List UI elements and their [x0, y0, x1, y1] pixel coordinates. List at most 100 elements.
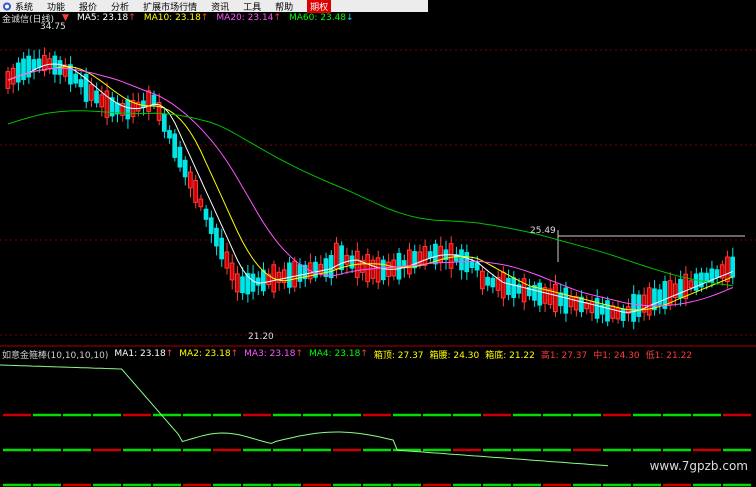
watermark-text: www.7gpzb.com	[649, 459, 748, 473]
candle-body	[182, 159, 188, 178]
candle-body	[459, 249, 464, 271]
candle-body	[146, 90, 152, 112]
candle-body	[375, 257, 381, 283]
ma5-line	[7, 63, 733, 313]
candle-body	[339, 245, 344, 271]
ind-box-mid: 箱腰: 24.30	[429, 350, 480, 361]
candle-body	[725, 256, 730, 283]
candle-body	[391, 259, 397, 277]
candle-body	[88, 84, 94, 101]
candle-body	[615, 307, 621, 320]
candle-body	[208, 217, 214, 235]
candle-body	[125, 99, 131, 120]
candle-body	[631, 293, 636, 322]
ind-ma2: MA2: 23.18↑	[179, 349, 239, 359]
ind-low1: 低1: 21.22	[645, 350, 693, 361]
candle-body	[652, 288, 657, 311]
candle-body	[323, 258, 329, 278]
candle-body	[42, 54, 47, 72]
candle-body	[589, 300, 595, 314]
indicator-name: 如意金箍棒(10,10,10,10)	[2, 350, 109, 361]
candle-body	[297, 264, 303, 282]
candle-body	[422, 245, 428, 266]
candle-body	[646, 287, 652, 316]
candle-body	[563, 287, 569, 314]
candle-body	[188, 171, 193, 189]
candle-body	[480, 270, 485, 290]
candle-body	[380, 259, 386, 281]
candle-body	[500, 271, 506, 299]
candle-body	[485, 276, 490, 286]
candle-body	[229, 262, 235, 281]
candle-body	[328, 255, 334, 279]
candle-body	[448, 243, 454, 269]
candle-body	[99, 94, 105, 108]
candle-body	[620, 308, 626, 322]
candle-body	[287, 262, 292, 288]
candle-body	[730, 256, 735, 278]
candle-body	[203, 208, 209, 220]
candle-body	[579, 296, 584, 313]
candle-body	[558, 292, 563, 307]
candle-body	[255, 277, 261, 286]
candle-body	[15, 62, 21, 83]
candle-body	[511, 277, 516, 298]
candle-body	[73, 73, 78, 84]
ind-box-bottom: 箱底: 21.22	[485, 350, 535, 361]
candle-body	[31, 59, 37, 71]
indicator-info-bar: 如意金箍棒(10,10,10,10) MA1: 23.18↑ MA2: 23.1…	[2, 348, 698, 361]
candle-body	[47, 58, 52, 70]
candle-body	[407, 249, 412, 275]
candle-body	[250, 273, 256, 292]
candle-body	[573, 295, 579, 311]
candle-body	[261, 269, 266, 292]
candle-body	[344, 254, 350, 265]
candle-body	[52, 55, 58, 75]
candle-body	[714, 269, 720, 278]
candle-body	[349, 255, 355, 269]
ind-high1: 高1: 27.37	[540, 350, 588, 361]
candle-body	[151, 94, 157, 106]
candle-body	[193, 180, 198, 203]
mid-price-label: 25.49	[530, 226, 556, 236]
high-price-label: 34.75	[40, 22, 66, 32]
candle-body	[553, 283, 558, 313]
ind-mid1: 中1: 24.30	[593, 350, 640, 361]
candle-body	[605, 300, 610, 322]
candle-body	[167, 130, 172, 139]
candle-body	[224, 251, 230, 269]
candle-body	[427, 251, 433, 259]
ind-ma4: MA4: 23.18↑	[309, 349, 368, 359]
candle-body	[78, 79, 84, 88]
candle-body	[177, 146, 183, 168]
candle-body	[506, 277, 511, 296]
candle-body	[693, 273, 699, 291]
candle-body	[469, 260, 475, 268]
candle-body	[161, 113, 167, 132]
candlestick-chart[interactable]	[0, 0, 756, 487]
candle-body	[318, 263, 324, 274]
candle-body	[234, 273, 240, 293]
candle-body	[219, 237, 225, 260]
ma60-line	[7, 110, 733, 287]
candle-body	[141, 100, 146, 108]
candle-body	[214, 227, 219, 247]
candle-body	[10, 67, 16, 85]
candle-body	[198, 198, 204, 208]
low-price-label: 21.20	[248, 332, 274, 342]
candle-body	[610, 305, 616, 319]
candle-body	[365, 254, 370, 283]
candle-body	[292, 260, 297, 288]
candle-body	[594, 297, 600, 319]
candle-body	[474, 262, 480, 271]
candle-body	[172, 133, 178, 158]
candle-body	[490, 277, 496, 288]
candle-body	[21, 58, 26, 81]
candle-body	[240, 276, 245, 294]
candle-body	[537, 282, 543, 306]
candle-body	[667, 280, 673, 306]
ind-ma1: MA1: 23.18↑	[114, 349, 174, 359]
candle-body	[678, 278, 683, 299]
candle-body	[688, 280, 694, 289]
candle-body	[636, 294, 642, 317]
